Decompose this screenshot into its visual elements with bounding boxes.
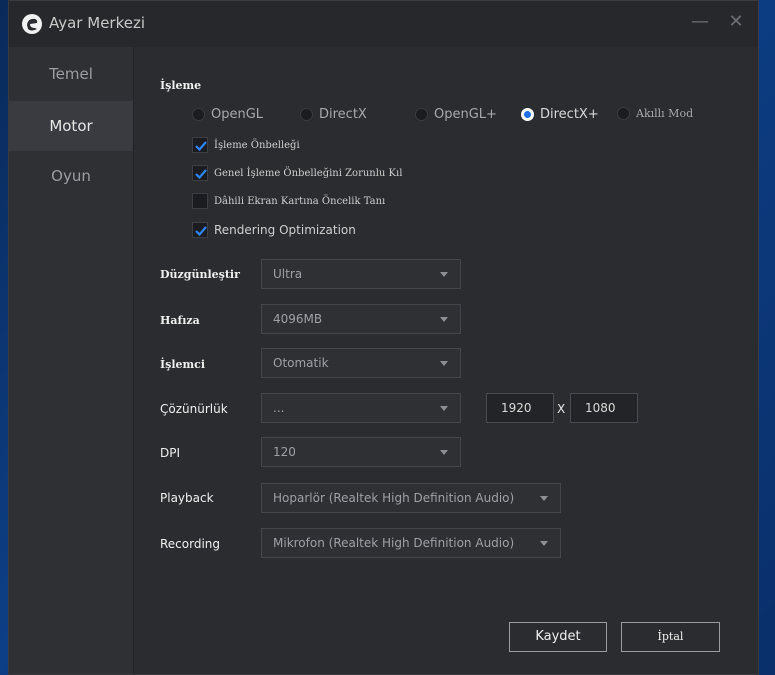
- radio-indicator: [617, 107, 630, 120]
- chevron-down-icon: [440, 361, 448, 366]
- memory-select[interactable]: 4096MB: [261, 304, 461, 334]
- radio-indicator: [415, 108, 428, 121]
- checkbox-label: Genel İşleme Önbelleğini Zorunlu Kıl: [214, 167, 403, 179]
- radio-directx[interactable]: DirectX: [300, 107, 367, 122]
- checkmark-icon: [195, 141, 207, 152]
- recording-label: Recording: [160, 537, 221, 551]
- chevron-down-icon: [540, 541, 548, 546]
- chevron-down-icon: [440, 317, 448, 322]
- dpi-value: 120: [273, 445, 296, 459]
- render-mode-group: OpenGL DirectX OpenGL+ DirectX+ Akıllı M…: [192, 107, 775, 125]
- checkbox-force-global-cache[interactable]: Genel İşleme Önbelleğini Zorunlu Kıl: [192, 164, 402, 182]
- cancel-button[interactable]: İptal: [621, 622, 720, 652]
- checkbox-box: [192, 165, 208, 181]
- checkmark-icon: [195, 169, 207, 180]
- render-section-title: İşleme: [160, 79, 202, 92]
- recording-value: Mikrofon (Realtek High Definition Audio): [273, 536, 515, 550]
- resolution-height-input[interactable]: 1080: [570, 393, 638, 423]
- radio-label: DirectX: [319, 107, 367, 122]
- chevron-down-icon: [440, 406, 448, 411]
- radio-smart-mode[interactable]: Akıllı Mod: [617, 107, 693, 120]
- settings-panel: İşleme OpenGL DirectX OpenGL+ DirectX+ A…: [134, 47, 758, 674]
- memory-value: 4096MB: [273, 312, 323, 326]
- cpu-value: Otomatik: [273, 356, 329, 370]
- sidebar-item-temel[interactable]: Temel: [9, 47, 133, 101]
- app-logo-icon: [22, 14, 42, 34]
- checkbox-box: [192, 222, 208, 238]
- resolution-value: ...: [273, 401, 285, 415]
- checkbox-box: [192, 137, 208, 153]
- chevron-down-icon: [540, 496, 548, 501]
- checkbox-label: Dâhili Ekran Kartına Öncelik Tanı: [214, 195, 386, 207]
- close-icon[interactable]: ✕: [725, 11, 747, 33]
- checkbox-prefer-integrated-gpu[interactable]: Dâhili Ekran Kartına Öncelik Tanı: [192, 192, 385, 210]
- resolution-separator: X: [557, 402, 566, 416]
- checkbox-label: Rendering Optimization: [214, 223, 356, 237]
- antialias-value: Ultra: [273, 267, 303, 281]
- radio-label: Akıllı Mod: [636, 107, 694, 120]
- radio-label: OpenGL+: [434, 107, 497, 122]
- radio-indicator: [192, 108, 205, 121]
- save-button[interactable]: Kaydet: [509, 622, 607, 652]
- checkbox-rendering-optimization[interactable]: Rendering Optimization: [192, 221, 356, 239]
- memory-label: Hafıza: [160, 314, 200, 327]
- playback-value: Hoparlör (Realtek High Definition Audio): [273, 491, 515, 505]
- radio-opengl[interactable]: OpenGL: [192, 107, 263, 122]
- chevron-down-icon: [440, 450, 448, 455]
- checkbox-label: İşleme Önbelleği: [214, 139, 300, 151]
- playback-select[interactable]: Hoparlör (Realtek High Definition Audio): [261, 483, 561, 513]
- radio-directx-plus[interactable]: DirectX+: [521, 107, 599, 122]
- radio-label: DirectX+: [540, 107, 599, 122]
- checkbox-box: [192, 193, 208, 209]
- dpi-label: DPI: [160, 446, 181, 460]
- chevron-down-icon: [440, 272, 448, 277]
- cpu-select[interactable]: Otomatik: [261, 348, 461, 378]
- resolution-select[interactable]: ...: [261, 393, 461, 423]
- radio-opengl-plus[interactable]: OpenGL+: [415, 107, 497, 122]
- checkmark-icon: [195, 226, 207, 237]
- title-bar: Ayar Merkezi — ✕: [9, 1, 758, 48]
- minimize-icon[interactable]: —: [689, 11, 711, 33]
- settings-window: Ayar Merkezi — ✕ Temel Motor Oyun İşleme…: [8, 0, 759, 675]
- resolution-label: Çözünürlük: [160, 402, 228, 416]
- checkbox-render-cache[interactable]: İşleme Önbelleği: [192, 136, 300, 154]
- recording-select[interactable]: Mikrofon (Realtek High Definition Audio): [261, 528, 561, 558]
- resolution-width-input[interactable]: 1920: [486, 393, 554, 423]
- radio-indicator-selected: [521, 108, 534, 121]
- cpu-label: İşlemci: [160, 358, 206, 371]
- dpi-select[interactable]: 120: [261, 437, 461, 467]
- sidebar: Temel Motor Oyun: [9, 47, 134, 674]
- window-title: Ayar Merkezi: [49, 14, 146, 32]
- playback-label: Playback: [160, 491, 214, 505]
- radio-label: OpenGL: [211, 107, 264, 122]
- radio-indicator: [300, 108, 313, 121]
- antialias-label: Düzgünleştir: [160, 268, 240, 281]
- antialias-select[interactable]: Ultra: [261, 259, 461, 289]
- sidebar-item-oyun[interactable]: Oyun: [9, 151, 133, 201]
- sidebar-item-motor[interactable]: Motor: [9, 101, 133, 151]
